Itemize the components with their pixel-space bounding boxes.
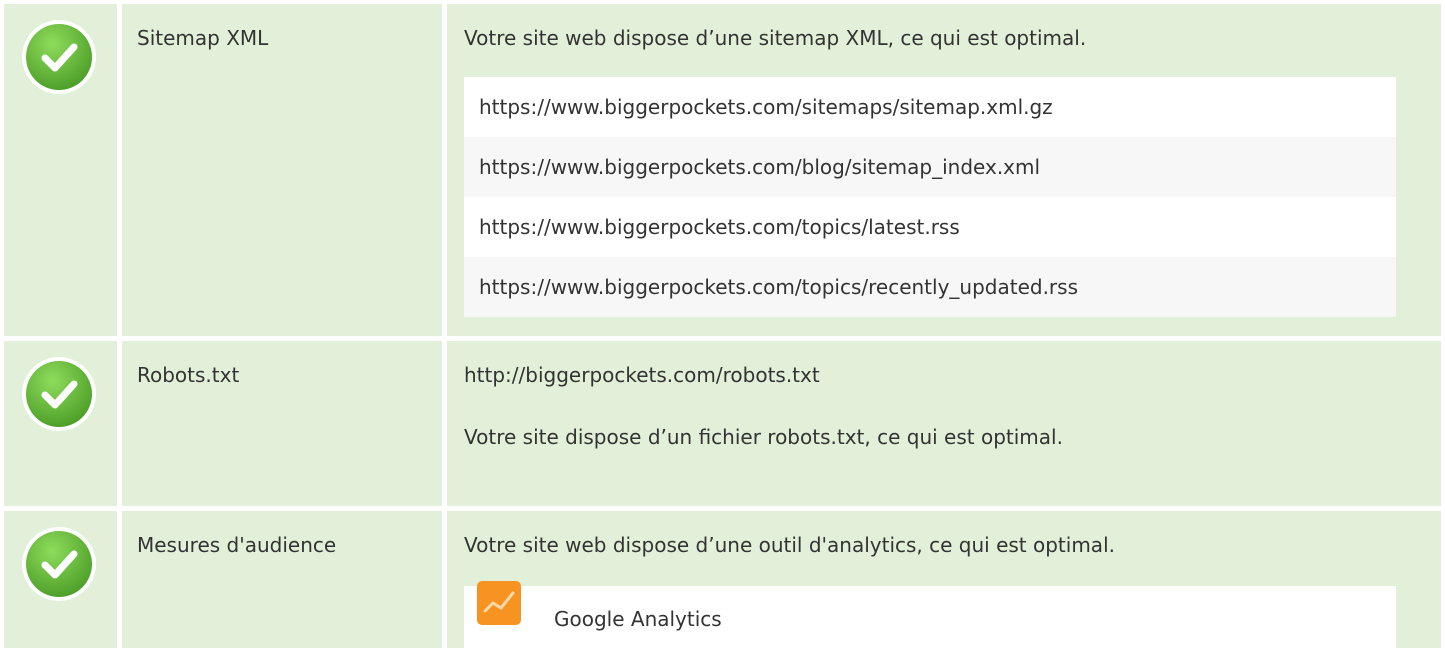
analytics-tool-item: Google Analytics	[464, 581, 1396, 649]
sitemap-url-list: https://www.biggerpockets.com/sitemaps/s…	[464, 77, 1396, 317]
row-sitemap-xml: Sitemap XML Votre site web dispose d’une…	[4, 4, 1441, 336]
sitemap-url[interactable]: https://www.biggerpockets.com/blog/sitem…	[464, 137, 1396, 197]
row-content: Votre site web dispose d’une outil d'ana…	[447, 511, 1441, 649]
status-cell	[4, 511, 117, 648]
row-label: Mesures d'audience	[122, 511, 442, 648]
google-analytics-icon	[477, 581, 521, 625]
seo-report: Sitemap XML Votre site web dispose d’une…	[4, 4, 1441, 649]
check-circle-icon	[22, 357, 96, 431]
status-message: Votre site web dispose d’une outil d'ana…	[464, 533, 1115, 557]
status-message: Votre site web dispose d’une sitemap XML…	[464, 26, 1087, 50]
row-robots-txt: Robots.txt http://biggerpockets.com/robo…	[4, 341, 1441, 506]
row-label: Robots.txt	[122, 341, 442, 506]
status-message: Votre site dispose d’un fichier robots.t…	[464, 425, 1063, 449]
check-circle-icon	[22, 20, 96, 94]
status-cell	[4, 341, 117, 506]
row-label: Sitemap XML	[122, 4, 442, 336]
sitemap-url[interactable]: https://www.biggerpockets.com/topics/rec…	[464, 257, 1396, 317]
sitemap-url[interactable]: https://www.biggerpockets.com/topics/lat…	[464, 197, 1396, 257]
row-analytics: Mesures d'audience Votre site web dispos…	[4, 511, 1441, 649]
status-cell	[4, 4, 117, 336]
row-content: Votre site web dispose d’une sitemap XML…	[447, 4, 1441, 336]
row-content: http://biggerpockets.com/robots.txt Votr…	[447, 341, 1441, 506]
robots-url[interactable]: http://biggerpockets.com/robots.txt	[464, 363, 1396, 387]
check-circle-icon	[22, 527, 96, 601]
sitemap-url[interactable]: https://www.biggerpockets.com/sitemaps/s…	[464, 77, 1396, 137]
analytics-tool-name: Google Analytics	[554, 607, 722, 631]
